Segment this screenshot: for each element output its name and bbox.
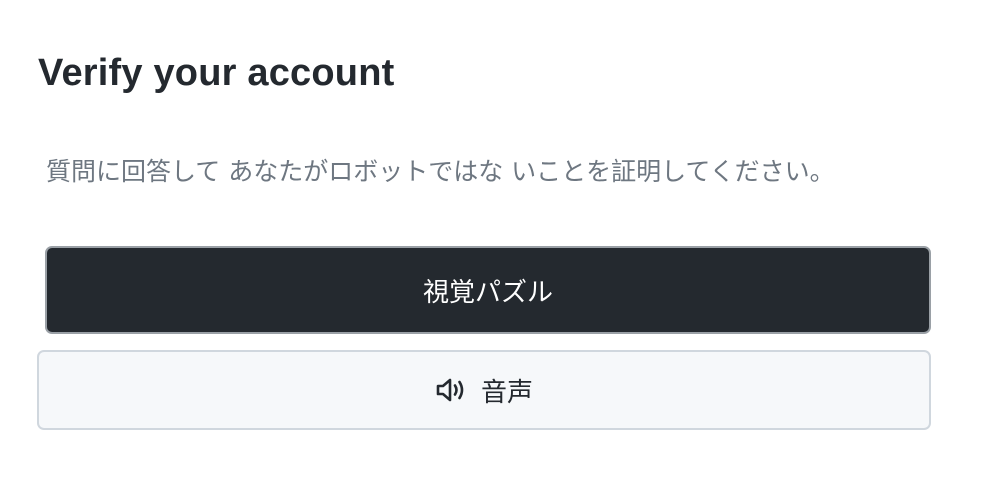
description-text: 質問に回答して あなたがロボットではな いことを証明してください。 [46,157,835,186]
speaker-icon [435,376,467,404]
visual-puzzle-label: 視覚パズル [422,276,553,307]
page-title: Verify your account [38,52,395,94]
audio-button[interactable]: 音声 [37,350,931,430]
visual-puzzle-button[interactable]: 視覚パズル [45,246,931,334]
audio-button-label: 音声 [480,376,533,407]
verify-dialog: Verify your account 質問に回答して あなたがロボットではな … [0,0,1006,482]
